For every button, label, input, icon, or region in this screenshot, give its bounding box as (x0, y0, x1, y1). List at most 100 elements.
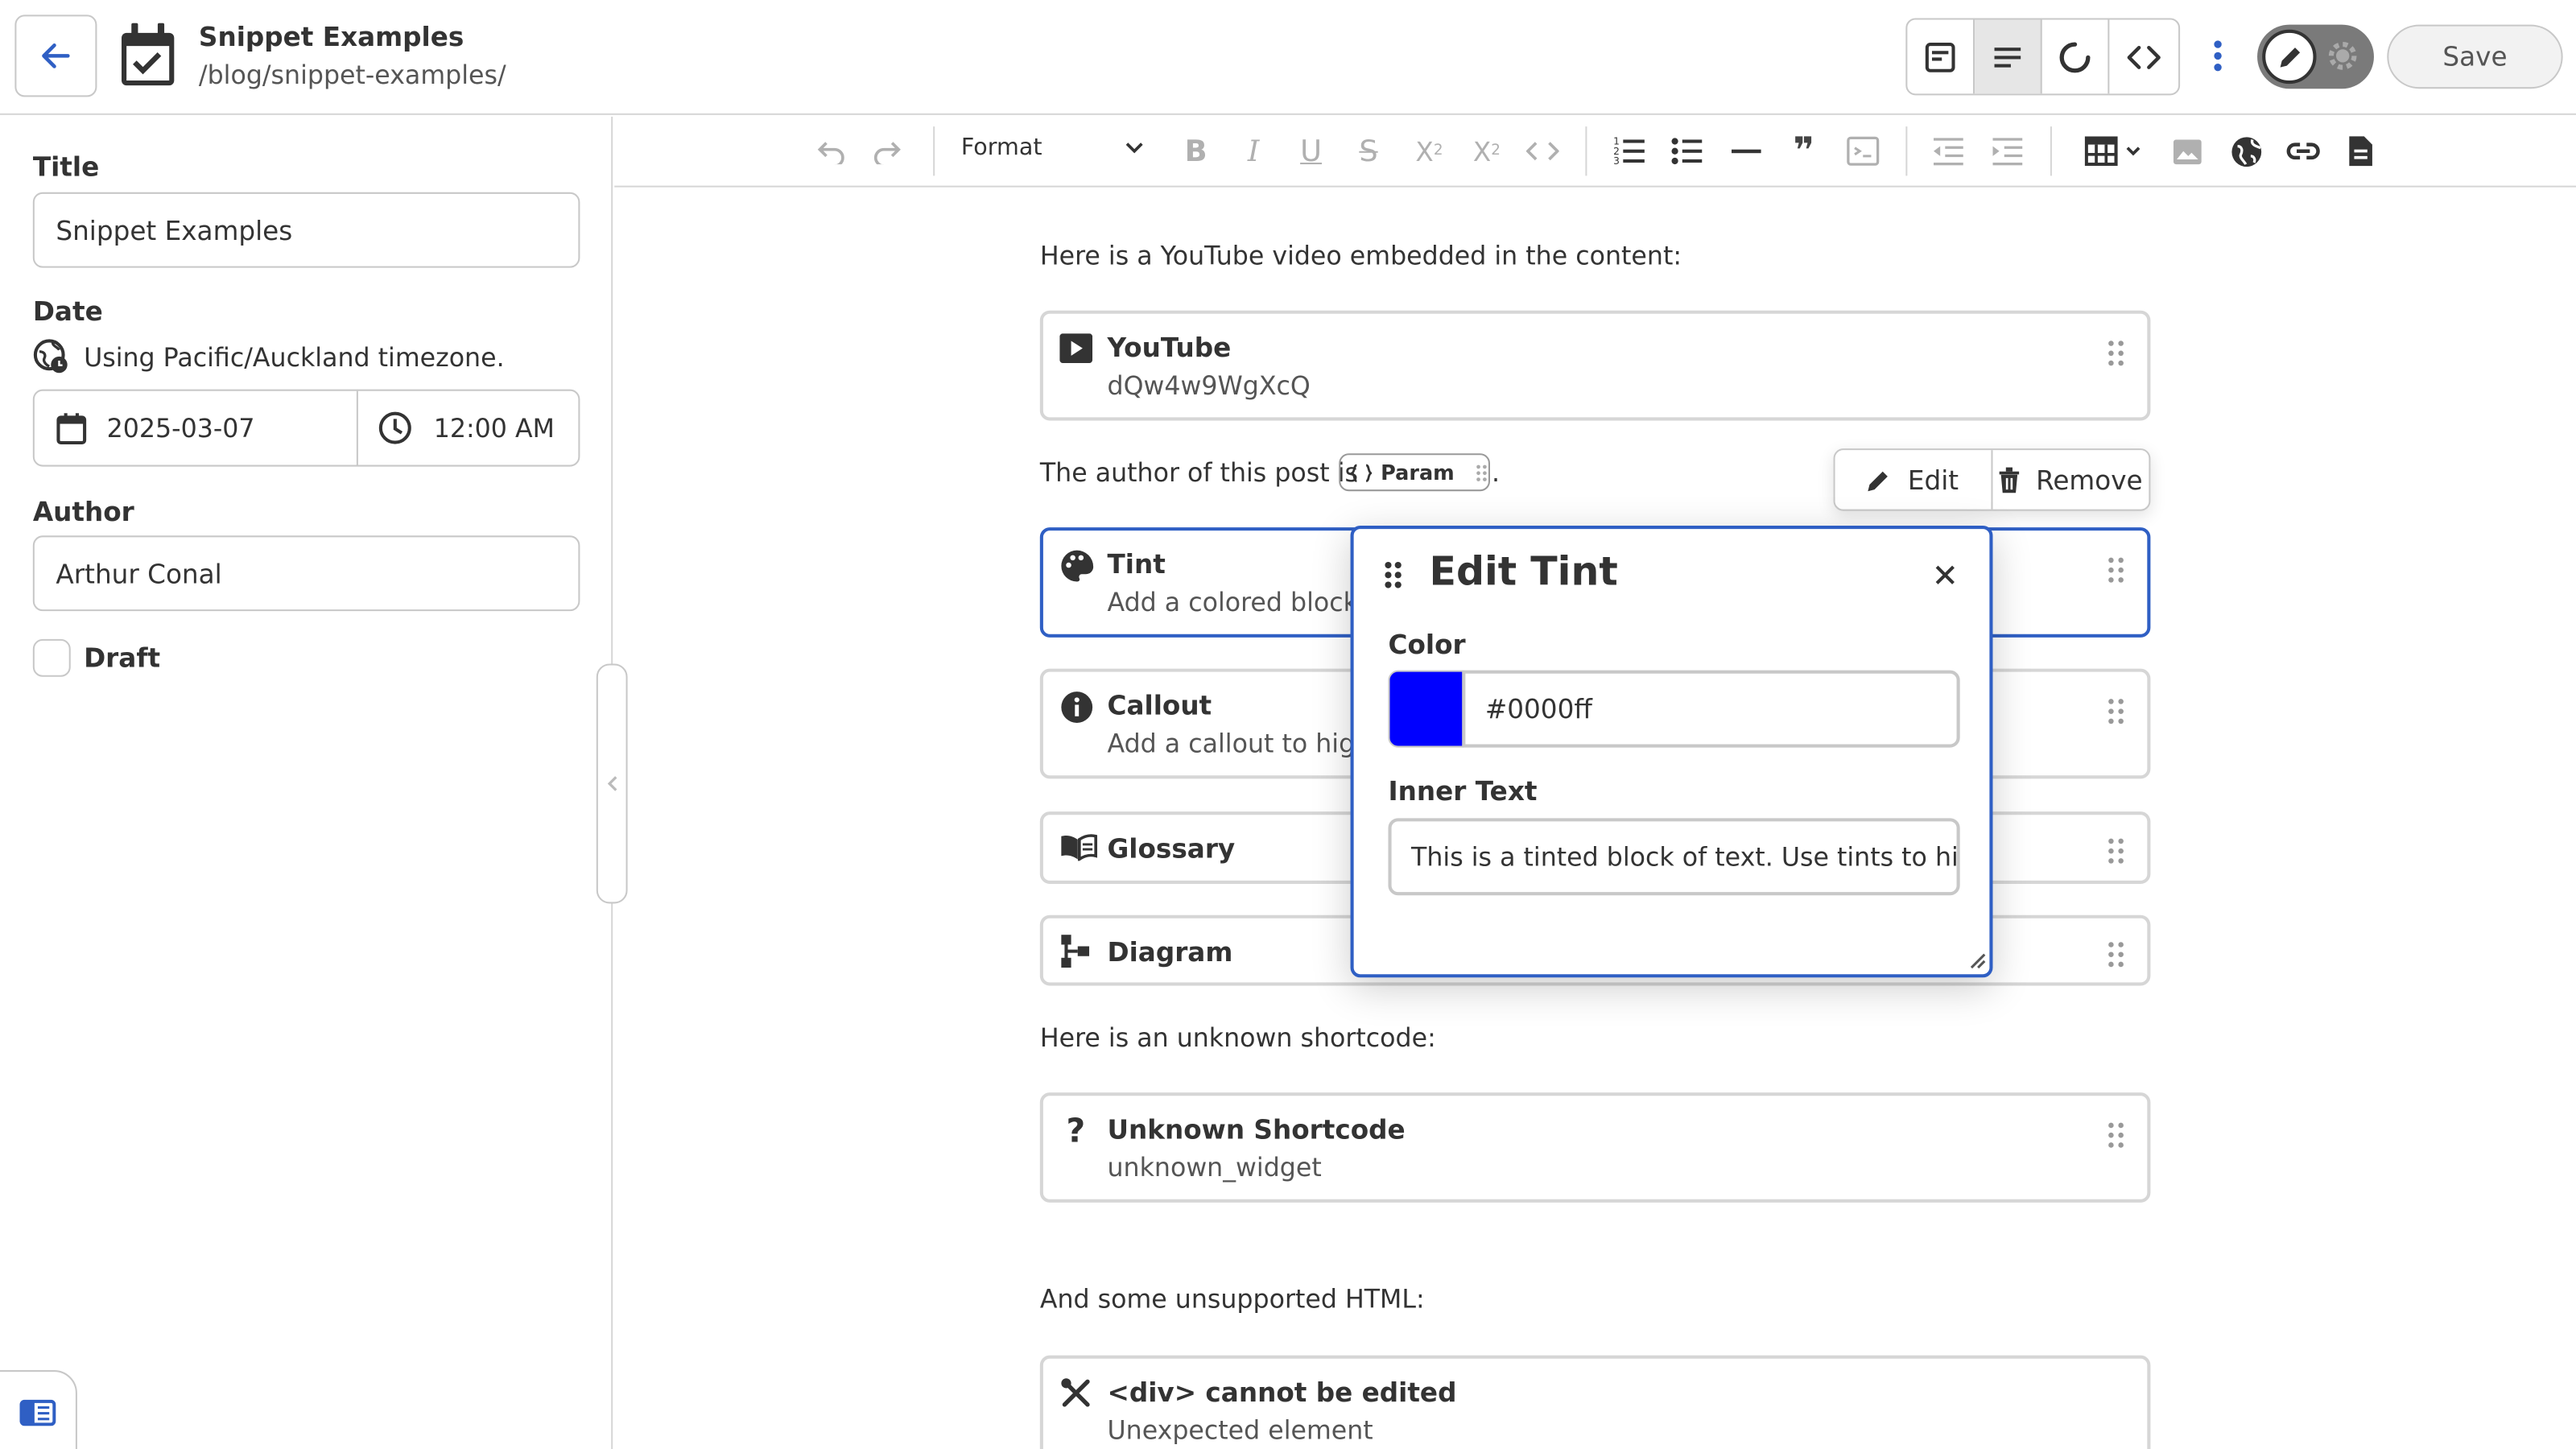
inline-code-icon[interactable] (1525, 133, 1561, 169)
edit-mode-toggle[interactable] (2257, 24, 2374, 89)
card-title: Callout (1107, 690, 1212, 721)
more-options-button[interactable] (2202, 33, 2235, 79)
card-title: <div> cannot be edited (1107, 1377, 1457, 1408)
content-view-button[interactable] (1975, 19, 2042, 94)
horizontal-rule-icon[interactable] (1728, 133, 1765, 169)
card-subtitle: dQw4w9WgXcQ (1107, 371, 1311, 401)
remove-label: Remove (2036, 464, 2143, 496)
drag-handle-icon[interactable] (2107, 557, 2124, 584)
tools-crossed-icon (1059, 1377, 1092, 1410)
drag-handle-icon[interactable] (2107, 698, 2124, 724)
close-icon[interactable] (1934, 564, 1957, 587)
bullet-list-icon[interactable] (1669, 133, 1705, 169)
drag-handle-icon[interactable] (2107, 838, 2124, 865)
clock-icon (378, 411, 411, 444)
document-path: /blog/snippet-examples/ (198, 60, 506, 91)
card-title: Diagram (1107, 936, 1233, 968)
time-input[interactable]: 12:00 AM (358, 391, 578, 465)
draft-label: Draft (84, 642, 161, 674)
color-swatch[interactable] (1388, 670, 1464, 748)
form-view-button[interactable] (1907, 19, 1975, 94)
card-title: Tint (1107, 548, 1166, 580)
param-label: Param (1381, 460, 1455, 485)
trash-icon (2000, 466, 2020, 493)
unknown-shortcode-card[interactable]: ? Unknown Shortcode unknown_widget (1039, 1092, 2151, 1203)
remove-button[interactable]: Remove (1992, 450, 2149, 509)
drag-handle-icon[interactable] (1383, 560, 1402, 590)
document-icon[interactable] (2343, 133, 2379, 169)
indent-icon[interactable] (1989, 133, 2025, 169)
code-view-button[interactable] (2109, 19, 2177, 93)
title-input[interactable]: Snippet Examples (32, 192, 580, 268)
preview-button[interactable] (2042, 19, 2110, 94)
subscript-icon[interactable]: X2 (1411, 133, 1447, 169)
save-button[interactable]: Save (2387, 24, 2563, 89)
youtube-shortcode-card[interactable]: YouTube dQw4w9WgXcQ (1039, 310, 2151, 421)
param-shortcode[interactable]: Param (1339, 453, 1491, 492)
card-subtitle: Add a colored block o (1107, 588, 1382, 618)
blockquote-icon[interactable]: ❞ (1785, 130, 1822, 171)
svg-text:3: 3 (1613, 155, 1620, 167)
braces-icon (1350, 463, 1373, 481)
bold-icon[interactable]: B (1178, 133, 1214, 169)
drag-handle-icon[interactable] (1476, 462, 1488, 481)
gear-icon (2326, 39, 2359, 72)
drag-handle-icon[interactable] (2107, 941, 2124, 968)
author-input[interactable]: Arthur Conal (32, 535, 580, 612)
drag-handle-icon[interactable] (2107, 340, 2124, 366)
view-mode-group (1905, 18, 2181, 96)
date-input[interactable]: 2025-03-07 (35, 390, 358, 465)
card-title: Glossary (1107, 832, 1236, 865)
globe-icon[interactable] (2227, 133, 2264, 169)
paragraph-period: . (1492, 458, 1501, 489)
superscript-icon[interactable]: X2 (1468, 133, 1505, 169)
toolbar-buttons: B I U S X2 X2 123 ❞ (614, 117, 2576, 188)
draft-checkbox[interactable] (32, 638, 71, 677)
resize-handle-icon[interactable] (1967, 950, 1986, 969)
unsupported-html-card[interactable]: <div> cannot be edited Unexpected elemen… (1039, 1355, 2151, 1449)
palette-icon (1059, 549, 1094, 584)
edit-button[interactable]: Edit (1835, 450, 1992, 510)
drag-handle-icon[interactable] (2107, 1122, 2124, 1149)
card-subtitle: Unexpected element (1107, 1416, 1373, 1446)
table-icon[interactable] (2083, 133, 2146, 169)
strikethrough-icon[interactable]: S (1351, 133, 1387, 169)
title-label: Title (32, 151, 100, 183)
inner-text-label: Inner Text (1388, 775, 1538, 807)
kebab-menu-icon (2214, 40, 2222, 72)
text-lines-icon (1994, 47, 2021, 67)
ordered-list-icon[interactable]: 123 (1612, 133, 1648, 169)
app-header: Snippet Examples /blog/snippet-examples/ (0, 0, 2576, 115)
form-view-icon (1925, 42, 1955, 72)
diagram-icon (1059, 933, 1092, 969)
paragraph-html: And some unsupported HTML: (1039, 1284, 1425, 1315)
shortcode-actions: Edit Remove (1833, 448, 2151, 511)
inner-text-input[interactable]: This is a tinted block of text. Use tint… (1388, 818, 1960, 896)
sidebar-toggle-button[interactable] (0, 1370, 77, 1449)
sidebar-resize-handle[interactable] (596, 663, 628, 904)
book-open-icon (1059, 833, 1098, 861)
outdent-icon[interactable] (1930, 133, 1967, 169)
card-subtitle: Add a callout to high (1107, 729, 1372, 759)
edit-label: Edit (1907, 464, 1959, 496)
italic-icon[interactable]: I (1236, 133, 1272, 169)
date-value: 2025-03-07 (106, 413, 255, 443)
card-subtitle: unknown_widget (1107, 1153, 1322, 1183)
code-icon (2126, 44, 2160, 68)
paragraph-unknown: Here is an unknown shortcode: (1039, 1023, 1436, 1054)
underline-icon[interactable]: U (1293, 133, 1329, 169)
dialog-title: Edit Tint (1429, 548, 1618, 595)
sidebar-icon (19, 1399, 56, 1426)
card-title: Unknown Shortcode (1107, 1113, 1406, 1146)
image-icon[interactable] (2169, 133, 2205, 169)
timezone-note: Using Pacific/Auckland timezone. (84, 343, 505, 374)
color-input[interactable]: #0000ff (1462, 670, 1960, 748)
back-button[interactable] (14, 14, 97, 97)
code-block-icon[interactable] (1845, 133, 1881, 169)
loading-circle-icon (2059, 41, 2091, 72)
link-icon[interactable] (2285, 133, 2322, 169)
globe-clock-icon (33, 338, 69, 374)
card-title: YouTube (1107, 332, 1232, 364)
paragraph-author: The author of this post is (1039, 458, 1358, 489)
pencil-icon (2262, 29, 2317, 85)
